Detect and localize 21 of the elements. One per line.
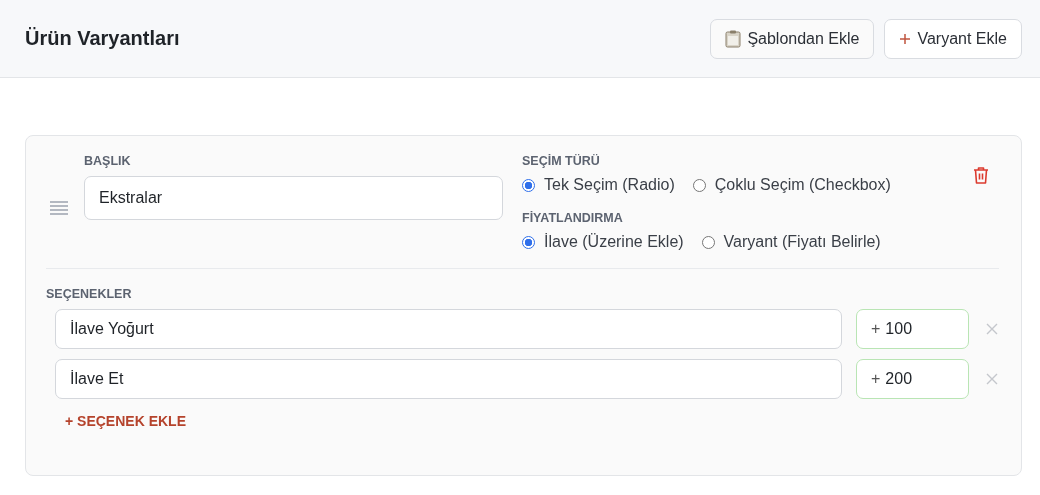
radio-button[interactable] (522, 178, 535, 192)
trash-icon[interactable] (973, 166, 989, 184)
radio-button[interactable] (692, 178, 706, 192)
option-name-input[interactable]: İlave Yoğurt (55, 309, 842, 349)
template-button[interactable]: Şablondan Ekle (710, 18, 875, 59)
radio-button[interactable] (701, 235, 715, 249)
add-variant-button[interactable]: Varyant Ekle (884, 18, 1022, 59)
plus-icon (899, 32, 912, 45)
page-title: Ürün Varyantları (25, 27, 180, 50)
price-input[interactable]: + 200 (856, 359, 969, 399)
field-label: SEÇİM TÜRÜ (522, 154, 601, 168)
field-label: BAŞLIK (84, 154, 132, 168)
field-label: FİYATLANDIRMA (522, 211, 624, 225)
title-input[interactable]: Ekstralar (84, 176, 503, 220)
radio-button[interactable] (522, 235, 535, 249)
drag-handle-icon[interactable] (50, 201, 68, 215)
section-label: SEÇENEKLER (46, 287, 133, 301)
add-option-link[interactable]: + SEÇENEK EKLE (65, 413, 186, 429)
option-name-input[interactable]: İlave Et (55, 359, 842, 399)
price-input[interactable]: + 100 (856, 309, 969, 349)
clipboard-icon (725, 29, 742, 48)
